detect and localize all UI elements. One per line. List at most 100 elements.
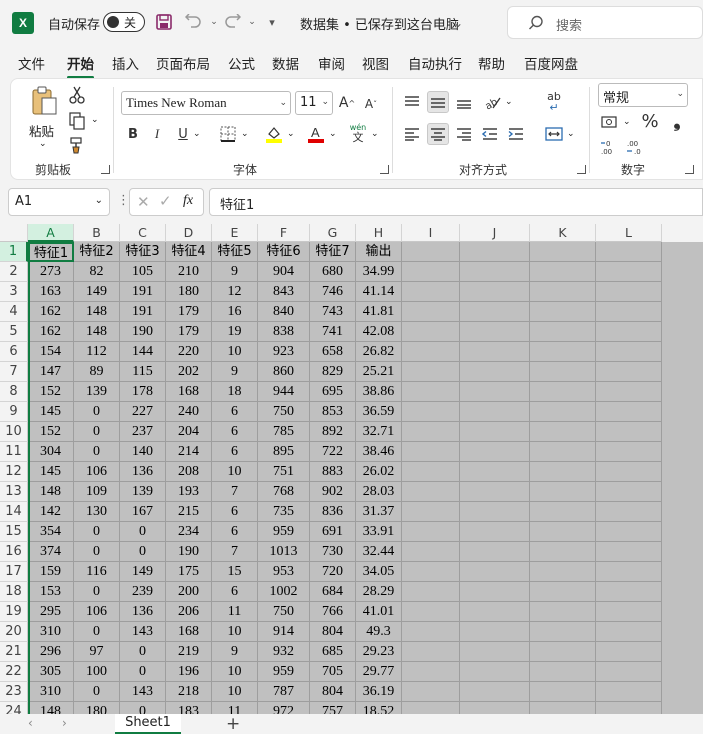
document-title[interactable]: 数据集 • 已保存到这台电脑 (300, 14, 459, 33)
cell-G19[interactable]: 766 (310, 602, 356, 622)
cell-L9[interactable] (596, 402, 662, 422)
cell-D23[interactable]: 218 (166, 682, 212, 702)
tab-page-layout[interactable]: 页面布局 (156, 53, 210, 73)
row-header[interactable]: 15 (0, 522, 28, 542)
cell-E14[interactable]: 6 (212, 502, 258, 522)
cell-L17[interactable] (596, 562, 662, 582)
decrease-indent-icon[interactable] (479, 123, 501, 145)
cell-A13[interactable]: 148 (28, 482, 74, 502)
decrease-decimal-icon[interactable]: .00.0 (625, 137, 647, 157)
cell-F8[interactable]: 944 (258, 382, 310, 402)
cell-I1[interactable] (402, 242, 460, 262)
cell-F11[interactable]: 895 (258, 442, 310, 462)
cell-D6[interactable]: 220 (166, 342, 212, 362)
increase-indent-icon[interactable] (505, 123, 527, 145)
cell-D13[interactable]: 193 (166, 482, 212, 502)
cell-E7[interactable]: 9 (212, 362, 258, 382)
cell-G24[interactable]: 757 (310, 702, 356, 714)
cell-K21[interactable] (530, 642, 596, 662)
cell-E12[interactable]: 10 (212, 462, 258, 482)
cell-I12[interactable] (402, 462, 460, 482)
cell-B8[interactable]: 139 (74, 382, 120, 402)
cell-J13[interactable] (460, 482, 530, 502)
cell-K15[interactable] (530, 522, 596, 542)
cell-D7[interactable]: 202 (166, 362, 212, 382)
row-header[interactable]: 18 (0, 582, 28, 602)
cell-K16[interactable] (530, 542, 596, 562)
cell-A15[interactable]: 354 (28, 522, 74, 542)
row-header[interactable]: 23 (0, 682, 28, 702)
cell-B15[interactable]: 0 (74, 522, 120, 542)
borders-dropdown-icon[interactable]: ⌄ (241, 129, 249, 139)
cell-F6[interactable]: 923 (258, 342, 310, 362)
cell-L19[interactable] (596, 602, 662, 622)
cell-H21[interactable]: 29.23 (356, 642, 402, 662)
row-header[interactable]: 19 (0, 602, 28, 622)
cell-A10[interactable]: 152 (28, 422, 74, 442)
cell-D19[interactable]: 206 (166, 602, 212, 622)
cell-F19[interactable]: 750 (258, 602, 310, 622)
cell-G13[interactable]: 902 (310, 482, 356, 502)
cell-E19[interactable]: 11 (212, 602, 258, 622)
row-header[interactable]: 20 (0, 622, 28, 642)
cell-J15[interactable] (460, 522, 530, 542)
undo-dropdown-icon[interactable]: ⌄ (204, 12, 224, 32)
cell-H14[interactable]: 31.37 (356, 502, 402, 522)
cell-C10[interactable]: 237 (120, 422, 166, 442)
cell-H6[interactable]: 26.82 (356, 342, 402, 362)
copy-dropdown-icon[interactable]: ⌄ (91, 115, 99, 125)
italic-button[interactable]: I (147, 123, 167, 145)
cell-G22[interactable]: 705 (310, 662, 356, 682)
cell-L20[interactable] (596, 622, 662, 642)
cell-K17[interactable] (530, 562, 596, 582)
cell-A7[interactable]: 147 (28, 362, 74, 382)
cell-A12[interactable]: 145 (28, 462, 74, 482)
cell-J3[interactable] (460, 282, 530, 302)
cell-C5[interactable]: 190 (120, 322, 166, 342)
cell-D16[interactable]: 190 (166, 542, 212, 562)
cell-L3[interactable] (596, 282, 662, 302)
insert-function-button[interactable]: fx (183, 193, 193, 209)
cell-L15[interactable] (596, 522, 662, 542)
cell-G2[interactable]: 680 (310, 262, 356, 282)
cell-F14[interactable]: 735 (258, 502, 310, 522)
tab-automate[interactable]: 自动执行 (408, 53, 462, 73)
cell-I6[interactable] (402, 342, 460, 362)
cell-K1[interactable] (530, 242, 596, 262)
row-header[interactable]: 12 (0, 462, 28, 482)
cell-A6[interactable]: 154 (28, 342, 74, 362)
row-header[interactable]: 3 (0, 282, 28, 302)
cell-J14[interactable] (460, 502, 530, 522)
cell-L18[interactable] (596, 582, 662, 602)
underline-dropdown-icon[interactable]: ⌄ (193, 129, 201, 139)
cell-D17[interactable]: 175 (166, 562, 212, 582)
cell-I2[interactable] (402, 262, 460, 282)
cell-K12[interactable] (530, 462, 596, 482)
cell-F10[interactable]: 785 (258, 422, 310, 442)
cell-H3[interactable]: 41.14 (356, 282, 402, 302)
cell-B12[interactable]: 106 (74, 462, 120, 482)
cell-K11[interactable] (530, 442, 596, 462)
cell-C14[interactable]: 167 (120, 502, 166, 522)
cell-H19[interactable]: 41.01 (356, 602, 402, 622)
fill-color-icon[interactable] (263, 123, 285, 145)
cell-L10[interactable] (596, 422, 662, 442)
cell-I23[interactable] (402, 682, 460, 702)
search-box[interactable]: 搜索 (507, 6, 703, 39)
cell-J23[interactable] (460, 682, 530, 702)
cell-E4[interactable]: 16 (212, 302, 258, 322)
align-bottom-icon[interactable] (453, 91, 475, 113)
cell-E24[interactable]: 11 (212, 702, 258, 714)
cell-A8[interactable]: 152 (28, 382, 74, 402)
cell-I7[interactable] (402, 362, 460, 382)
cell-D3[interactable]: 180 (166, 282, 212, 302)
cell-C7[interactable]: 115 (120, 362, 166, 382)
cell-K4[interactable] (530, 302, 596, 322)
cell-B16[interactable]: 0 (74, 542, 120, 562)
cell-I16[interactable] (402, 542, 460, 562)
cell-H5[interactable]: 42.08 (356, 322, 402, 342)
cell-J7[interactable] (460, 362, 530, 382)
cell-G16[interactable]: 730 (310, 542, 356, 562)
autosave-toggle[interactable]: 关 (103, 12, 145, 32)
cell-L1[interactable] (596, 242, 662, 262)
